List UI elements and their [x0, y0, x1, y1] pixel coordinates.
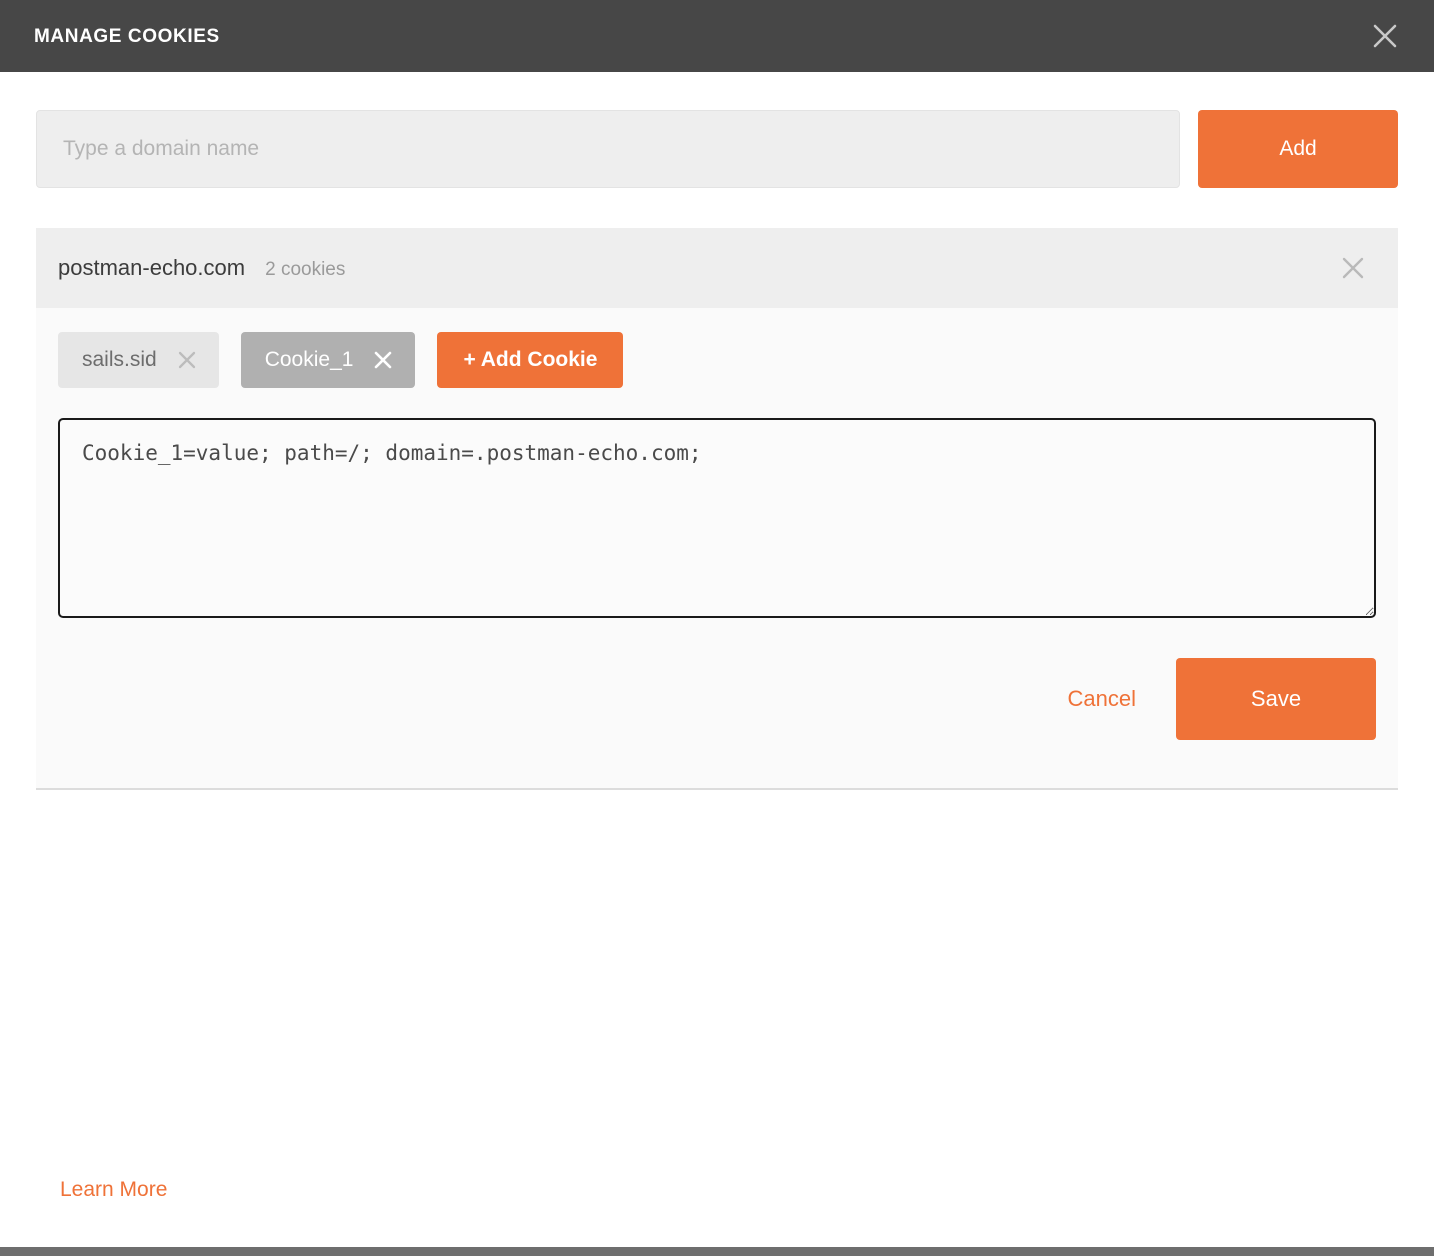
cookie-chip-label: sails.sid	[82, 348, 157, 371]
cookie-chip-list: sails.sid Cookie_1 + Add Cookie	[58, 332, 1376, 388]
add-domain-button[interactable]: Add	[1198, 110, 1398, 188]
remove-cookie-icon[interactable]	[371, 348, 395, 372]
cookie-editor-textarea[interactable]	[58, 418, 1376, 618]
learn-more-link[interactable]: Learn More	[60, 1178, 167, 1202]
domain-input[interactable]	[36, 110, 1180, 188]
modal-body: Add postman-echo.com 2 cookies sails.sid	[0, 72, 1434, 790]
cookie-chip-label: Cookie_1	[264, 348, 354, 371]
save-button[interactable]: Save	[1176, 658, 1376, 740]
cancel-button[interactable]: Cancel	[1038, 670, 1166, 728]
domain-meta: postman-echo.com 2 cookies	[58, 255, 345, 281]
domain-panel-content: sails.sid Cookie_1 + Add Cookie Cookie_1…	[36, 308, 1398, 788]
close-icon[interactable]	[1362, 13, 1408, 59]
domain-panel: postman-echo.com 2 cookies sails.sid Coo…	[36, 228, 1398, 790]
modal-header: MANAGE COOKIES	[0, 0, 1434, 72]
bottom-strip	[0, 1247, 1434, 1256]
add-cookie-button[interactable]: + Add Cookie	[437, 332, 624, 388]
page-title: MANAGE COOKIES	[34, 25, 220, 47]
remove-domain-icon[interactable]	[1332, 247, 1374, 289]
cookie-chip-sails-sid[interactable]: sails.sid	[58, 332, 219, 388]
domain-add-row: Add	[36, 110, 1398, 188]
remove-cookie-icon[interactable]	[175, 348, 199, 372]
domain-cookie-count: 2 cookies	[265, 259, 346, 280]
cookie-chip-cookie-1[interactable]: Cookie_1	[240, 332, 416, 388]
domain-panel-header: postman-echo.com 2 cookies	[36, 228, 1398, 308]
domain-name: postman-echo.com	[58, 255, 246, 280]
editor-actions: Cancel Save	[58, 618, 1376, 788]
